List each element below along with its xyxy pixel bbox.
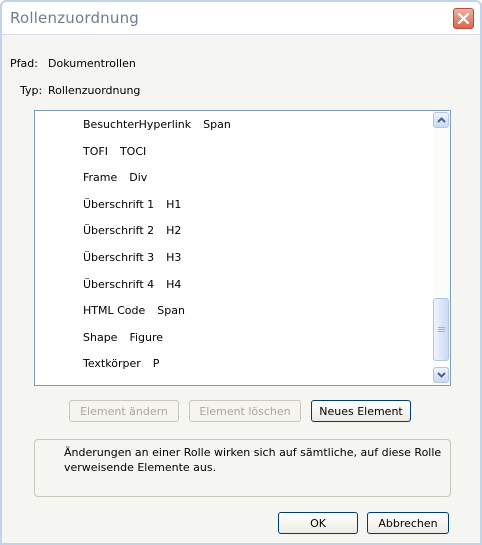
path-label: Pfad: (10, 57, 38, 70)
list-item-name: Textkörper (83, 357, 141, 371)
list-item[interactable]: Textkörper P (83, 357, 159, 370)
list-item-name: Überschrift 1 (83, 197, 155, 211)
list-item-name: Überschrift 3 (83, 251, 155, 264)
list-item-role: Span (157, 304, 185, 318)
title-bar: Rollenzuordnung (2, 2, 480, 35)
scroll-up-button[interactable] (433, 112, 449, 128)
path-value: Dokumentrollen (48, 57, 136, 70)
type-value: Rollenzuordnung (48, 84, 141, 97)
scroll-thumb[interactable] (433, 298, 449, 361)
info-message: Änderungen an einer Rolle wirken sich au… (64, 446, 442, 474)
chevron-down-icon (437, 372, 446, 378)
list-item[interactable]: TOFI TOCI (83, 145, 146, 158)
list-item[interactable]: Überschrift 1 H1 (83, 198, 181, 211)
list-item[interactable]: BesuchterHyperlink Span (83, 118, 231, 131)
dialog-title: Rollenzuordnung (10, 9, 140, 27)
close-icon (457, 12, 470, 25)
list-item-name: Überschrift 4 (83, 277, 155, 291)
list-item[interactable]: Überschrift 3 H3 (83, 251, 181, 264)
list-item-role: H4 (166, 277, 182, 291)
ok-button[interactable]: OK (278, 512, 358, 534)
list-item-name: Shape (83, 330, 118, 344)
list-item-role: Span (203, 118, 231, 131)
list-item-role: H3 (166, 251, 182, 264)
list-item-name: Überschrift 2 (83, 224, 155, 238)
list-item-name: Frame (83, 171, 118, 185)
close-button[interactable] (453, 8, 474, 29)
list-item[interactable]: HTML Code Span (83, 304, 185, 317)
cancel-button[interactable]: Abbrechen (367, 512, 449, 534)
dialog-window: Rollenzuordnung Pfad: Dokumentrollen Typ… (0, 0, 482, 545)
list-item-role: H2 (166, 224, 182, 238)
list-item[interactable]: Frame Div (83, 171, 147, 184)
list-item-role: H1 (166, 197, 182, 211)
list-item[interactable]: Shape Figure (83, 331, 163, 344)
type-label: Typ: (20, 84, 43, 97)
delete-element-button[interactable]: Element löschen (189, 400, 301, 422)
list-item[interactable]: Überschrift 4 H4 (83, 278, 181, 291)
list-item-name: HTML Code (83, 304, 146, 318)
list-item-role: Figure (129, 330, 164, 344)
scroll-down-button[interactable] (433, 367, 449, 383)
list-item[interactable]: Überschrift 2 H2 (83, 224, 181, 237)
new-element-button[interactable]: Neues Element (311, 400, 411, 422)
chevron-up-icon (437, 117, 446, 123)
list-item-name: BesuchterHyperlink (83, 118, 192, 131)
list-item-role: P (152, 357, 160, 371)
edit-element-button[interactable]: Element ändern (69, 400, 179, 422)
list-item-role: TOCI (119, 144, 147, 158)
role-list[interactable]: BesuchterHyperlink Span TOFI TOCI Frame Div Üb… (34, 110, 451, 386)
list-item-name: TOFI (83, 144, 108, 158)
list-item-role: Div (129, 171, 148, 185)
vertical-scrollbar[interactable] (433, 111, 450, 385)
